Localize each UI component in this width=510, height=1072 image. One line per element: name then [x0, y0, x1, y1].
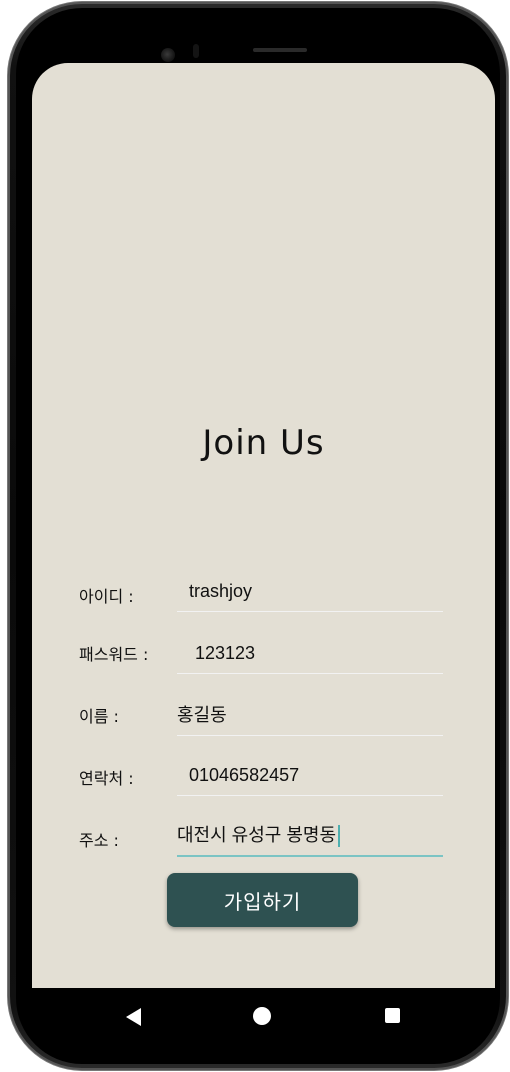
- name-field[interactable]: 홍길동: [177, 695, 443, 736]
- contact-value: 01046582457: [189, 765, 300, 785]
- app-screen: Join Us 아이디 : trashjoy 패스워드 : 123123 이름 …: [32, 63, 495, 988]
- password-label: 패스워드 :: [79, 645, 149, 664]
- recents-square-icon[interactable]: [385, 1008, 400, 1023]
- contact-field[interactable]: 01046582457: [177, 755, 443, 796]
- system-nav-bar: [32, 988, 495, 1044]
- id-label: 아이디 :: [79, 587, 134, 606]
- password-value: 123123: [195, 643, 256, 663]
- front-camera-icon: [161, 48, 175, 62]
- address-field[interactable]: 대전시 유성구 봉명동: [177, 815, 443, 857]
- address-value: 대전시 유성구 봉명동: [177, 825, 337, 845]
- proximity-sensor-icon: [193, 44, 199, 58]
- id-field[interactable]: trashjoy: [177, 571, 443, 612]
- earpiece-speaker-icon: [253, 48, 307, 52]
- name-value: 홍길동: [177, 705, 227, 725]
- id-value: trashjoy: [189, 581, 253, 601]
- text-cursor: [338, 825, 341, 848]
- join-button[interactable]: 가입하기: [167, 873, 358, 927]
- name-label: 이름 :: [79, 707, 119, 726]
- home-circle-icon[interactable]: [253, 1007, 271, 1025]
- contact-label: 연락처 :: [79, 769, 134, 788]
- back-triangle-icon[interactable]: [126, 1008, 141, 1026]
- password-field[interactable]: 123123: [177, 633, 443, 674]
- address-label: 주소 :: [79, 831, 119, 850]
- page-title: Join Us: [202, 423, 325, 463]
